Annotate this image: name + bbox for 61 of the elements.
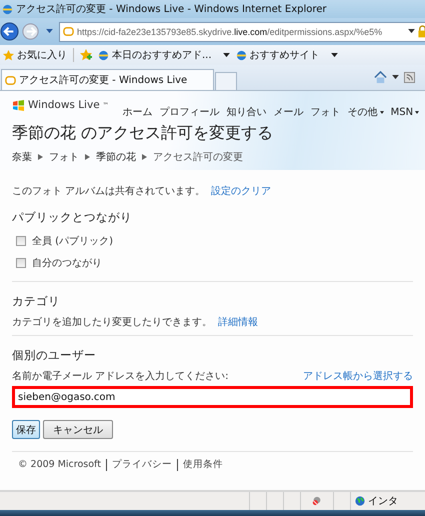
windows-live-logo[interactable]: Windows Live $^{™}$ [12,99,109,111]
feed-icon[interactable] [404,72,415,83]
user-input-field[interactable]: sieben@ogaso.com [12,386,413,408]
breadcrumb-arrow-icon [38,154,43,160]
address-field[interactable]: https://cid-fa2e23e135793e85.skydrive.live.com/editpermissions.aspx/%e5% [59,22,425,42]
checkbox-label[interactable]: 全員 (パブリック) [32,234,113,248]
checkbox[interactable] [16,258,26,268]
breadcrumb-link[interactable]: 奈葉 [12,150,32,164]
breadcrumb-link[interactable]: 季節の花 [96,150,136,164]
section-heading: 個別のユーザー [12,348,97,363]
more-info-link[interactable]: 詳細情報 [218,315,258,329]
nav-link[interactable]: 知り合い [226,99,267,119]
dropdown-icon[interactable] [330,52,338,58]
favorites-item[interactable]: 本日のおすすめアド... [98,48,230,62]
breadcrumb-arrow-icon [85,154,90,160]
field-label: 名前か電子メール アドレスを入力してください: [12,370,229,383]
browser-logo-icon [236,50,247,60]
favorites-button[interactable]: お気に入り [3,48,67,62]
copyright-text: © 2009 Microsoft [18,459,101,470]
footer-link[interactable]: 使用条件 [182,458,223,471]
nav-link[interactable]: その他 [348,99,384,119]
security-zone-text: インタ [368,495,398,508]
page-title: 季節の花 のアクセス許可を変更する [12,123,274,144]
form-button[interactable]: 保存 [12,420,40,439]
footer-link[interactable]: プライバシー [112,458,172,471]
breadcrumb-arrow-icon [142,154,147,160]
dropdown-icon[interactable] [380,110,384,114]
home-icon[interactable] [374,71,387,84]
category-description: カテゴリを追加したり変更したりできます。 [12,316,212,329]
dropdown-icon[interactable] [392,75,399,80]
browser-logo-icon [2,4,13,14]
dropdown-icon[interactable] [415,110,420,114]
breadcrumb-link[interactable]: フォト [49,150,79,164]
checkbox-label[interactable]: 自分のつながり [32,256,102,270]
add-favorite-icon[interactable] [80,49,92,61]
browser-logo-icon [98,50,109,60]
breadcrumb-current: アクセス許可の変更 [153,150,243,164]
favorites-item[interactable]: おすすめサイト [236,48,338,62]
clear-settings-link[interactable]: 設定のクリア [211,184,272,198]
nav-link[interactable]: MSN [390,100,420,118]
nav-link[interactable]: フォト [310,99,341,119]
section-heading: パブリックとつながり [12,210,133,225]
nav-link[interactable]: プロフィール [160,99,220,119]
star-icon [3,50,14,60]
page-icon [5,74,16,86]
page-icon [63,26,74,37]
nav-link[interactable]: メール [274,99,304,119]
nav-link[interactable]: ホーム [122,99,153,119]
checkbox[interactable] [16,236,26,246]
history-dropdown-icon[interactable] [46,29,53,34]
privacy-icon[interactable] [312,496,322,506]
back-button[interactable] [0,22,19,41]
browser-tab[interactable]: アクセス許可の変更 - Windows Live [1,69,214,90]
window-title: アクセス許可の変更 - Windows Live - Windows Internet Explorer [16,2,327,16]
shared-status-text: このフォト アルバムは共有されています。 [12,184,206,198]
form-button[interactable]: キャンセル [43,420,113,439]
section-heading: カテゴリ [12,294,61,309]
globe-icon [355,496,365,506]
address-book-link[interactable]: アドレス帳から選択する [303,369,413,383]
dropdown-icon[interactable] [222,52,230,58]
dropdown-icon[interactable] [408,29,415,34]
